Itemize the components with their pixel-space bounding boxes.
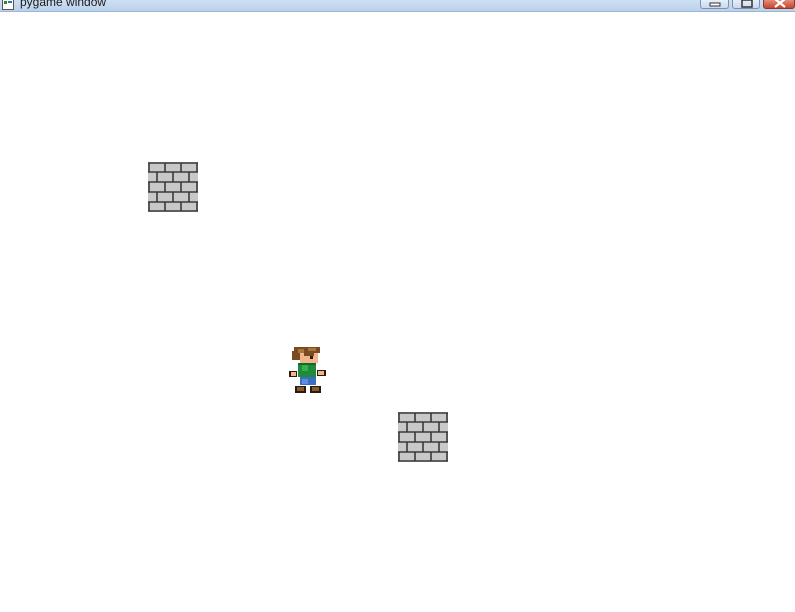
maximize-button[interactable] (732, 0, 760, 9)
close-button[interactable] (763, 0, 795, 9)
player-character-icon (289, 347, 326, 393)
window-titlebar[interactable]: pygame window (0, 0, 795, 12)
maximize-icon (741, 0, 753, 8)
window-title: pygame window (20, 0, 107, 9)
brick-wall-icon (148, 162, 198, 212)
pygame-app-icon (2, 0, 14, 10)
game-canvas[interactable] (0, 12, 795, 612)
brick-wall-icon (398, 412, 448, 462)
close-icon (774, 0, 786, 8)
minimize-button[interactable] (700, 0, 729, 9)
minimize-icon (709, 2, 721, 7)
